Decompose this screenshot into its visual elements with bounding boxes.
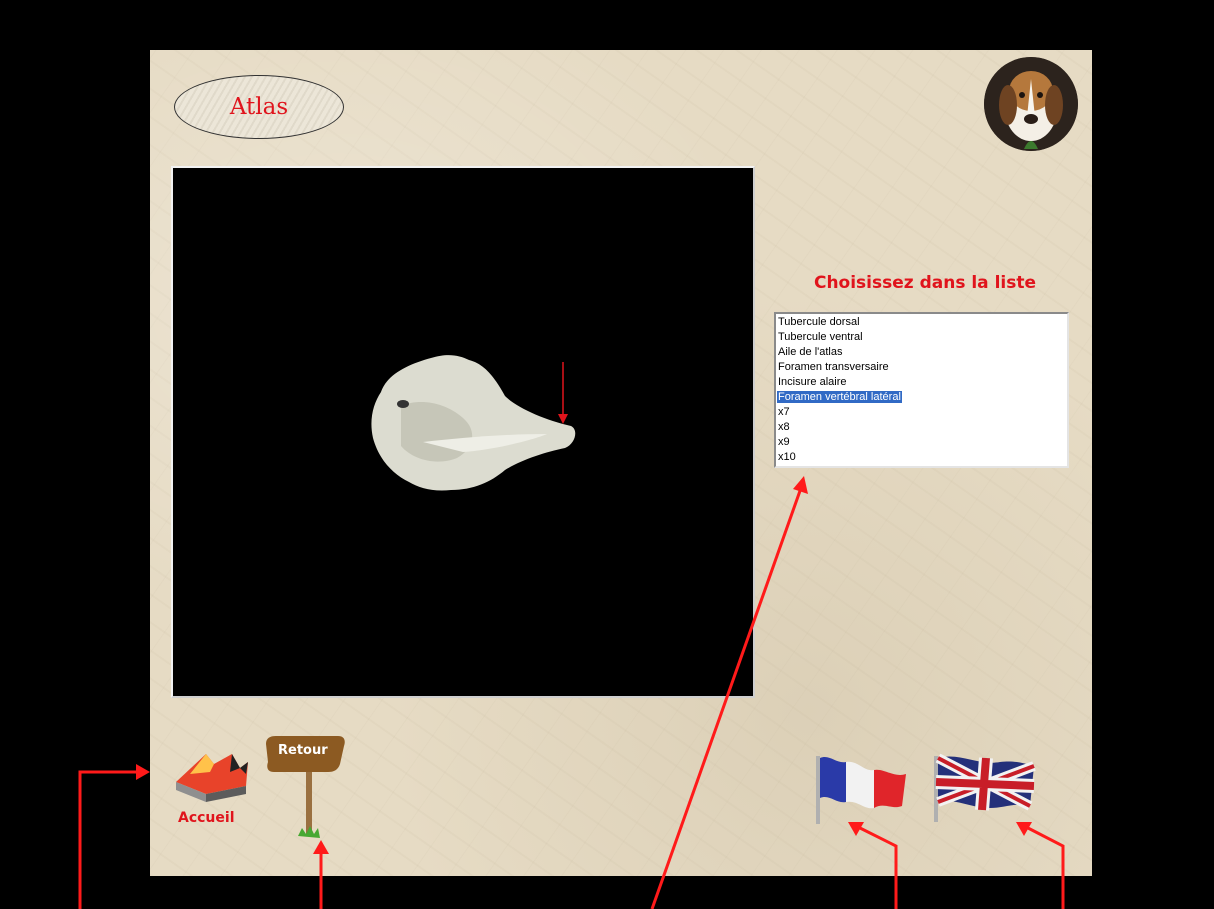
list-item-label: Foramen transversaire: [778, 361, 889, 373]
list-heading: Choisissez dans la liste: [813, 273, 1037, 293]
home-button[interactable]: Accueil: [170, 742, 256, 838]
annotation-arrowhead: [136, 764, 150, 780]
page-title: Atlas: [174, 75, 344, 139]
list-item-label: x9: [778, 436, 790, 448]
uk-flag-icon: [934, 753, 1036, 822]
list-item[interactable]: Tubercule ventral: [776, 330, 1067, 345]
main-panel: Atlas Choisissez dans la liste Tubercule…: [150, 50, 1092, 876]
back-label: Retour: [278, 743, 328, 758]
list-item[interactable]: Incisure alaire: [776, 375, 1067, 390]
list-item-selected[interactable]: Foramen vertébral latéral: [776, 390, 1067, 405]
bone-image: [371, 355, 576, 491]
list-item[interactable]: Aile de l'atlas: [776, 345, 1067, 360]
list-item-label: Aile de l'atlas: [778, 346, 843, 358]
list-item[interactable]: Foramen transversaire: [776, 360, 1067, 375]
list-item[interactable]: Tubercule dorsal: [776, 315, 1067, 330]
back-button[interactable]: Retour: [264, 734, 346, 846]
french-language-button[interactable]: [806, 750, 910, 826]
list-item[interactable]: x7: [776, 405, 1067, 420]
list-item-label: Tubercule dorsal: [778, 316, 860, 328]
list-item-label: Incisure alaire: [778, 376, 847, 388]
structure-listbox[interactable]: Tubercule dorsal Tubercule ventral Aile …: [774, 312, 1069, 468]
list-item[interactable]: x8: [776, 420, 1067, 435]
list-item-label: x8: [778, 421, 790, 433]
french-flag-icon: [816, 756, 906, 824]
pointer-arrow-head: [558, 414, 568, 424]
list-item-label: x7: [778, 406, 790, 418]
annotation-arrow-home: [78, 770, 138, 909]
bone-viewer: [171, 166, 755, 698]
list-item-label: x10: [778, 451, 796, 463]
list-item[interactable]: x9: [776, 435, 1067, 450]
beagle-avatar: [984, 57, 1078, 151]
english-language-button[interactable]: [930, 750, 1040, 826]
home-arrow-icon: [176, 754, 248, 802]
list-item-label: Tubercule ventral: [778, 331, 863, 343]
home-label: Accueil: [178, 810, 235, 826]
list-item-label: Foramen vertébral latéral: [777, 391, 902, 403]
list-item[interactable]: x10: [776, 450, 1067, 465]
